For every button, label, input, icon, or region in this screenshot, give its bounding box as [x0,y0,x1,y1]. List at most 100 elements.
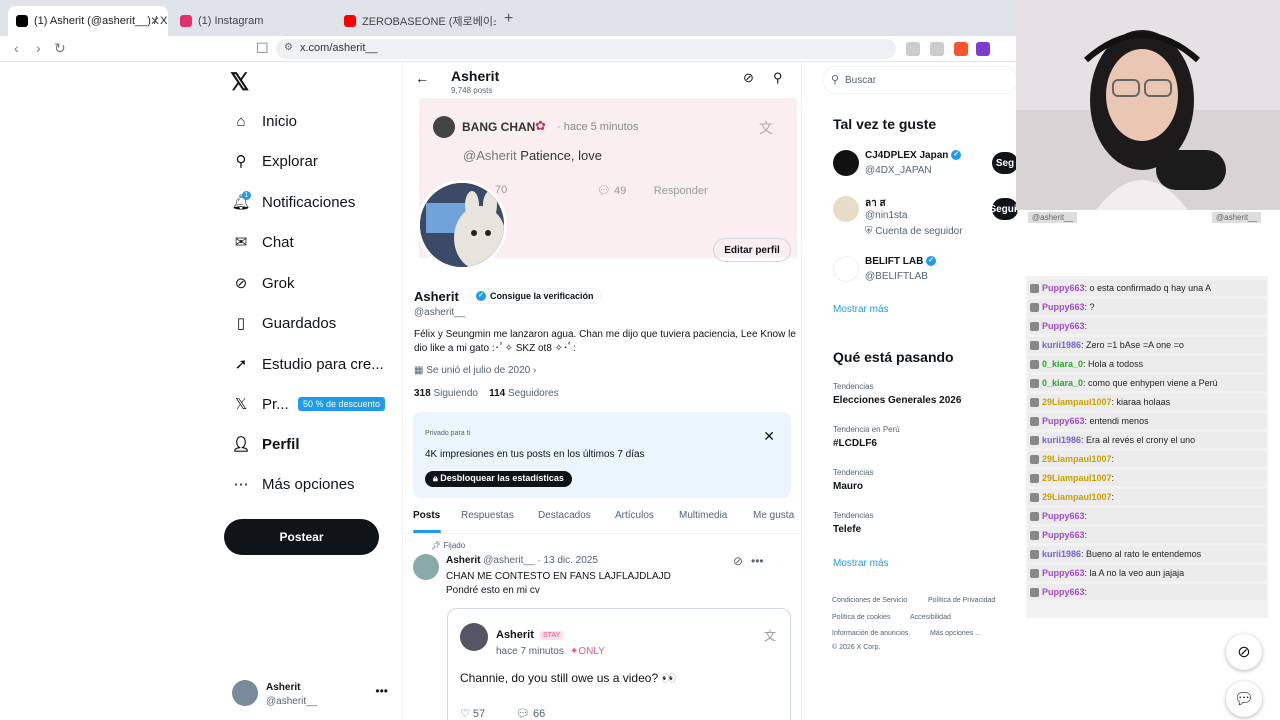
back-arrow-icon[interactable]: ← [415,70,429,86]
follower-account-icon: ⛨ [865,226,876,237]
tab-destacados[interactable]: Destacados [538,510,591,521]
trend-item[interactable]: Tendencias Elecciones Generales 2026 [833,382,961,406]
tab-youtube[interactable]: ZEROBASEONE (제로베이스원) Offic [336,6,496,36]
translate-icon[interactable]: 文 [764,627,776,644]
avatar[interactable] [833,196,859,222]
nav-explorar[interactable]: ⚲ Explorar [230,144,318,178]
site-info-icon[interactable]: ⚙ [284,42,293,53]
chat-text: : entendi menos [1084,416,1149,426]
chat-message: Puppy663: [1028,527,1266,543]
tweet-author[interactable]: Asherit @asherit__ · 13 dic. 2025 [446,555,598,566]
nav-inicio[interactable]: ⌂ Inicio [230,104,297,138]
nav-estudio[interactable]: ➚ Estudio para cre... [230,347,384,381]
trend-item[interactable]: Tendencia en Perú #LCDLF6 [833,425,900,449]
unlock-stats-button[interactable]: 🔒︎ Desbloquear las estadísticas [425,471,572,487]
grok-float-icon[interactable]: ⊘ [1226,634,1262,670]
reload-icon[interactable]: ↻ [54,40,66,57]
brave-shield-icon[interactable] [954,42,968,56]
active-tab-indicator [413,530,441,533]
footer-link[interactable]: Más opciones ... [930,630,981,637]
chat-user-tag: @asherit__ [1028,212,1078,223]
brave-rewards-icon[interactable] [976,42,990,56]
followers-link[interactable]: 114 Seguidores [489,388,559,399]
chat-text: : [1111,473,1115,483]
new-tab-button[interactable]: + [504,10,513,28]
tab-x-profile[interactable]: (1) Asherit (@asherit__) / X ✕ [8,6,168,36]
chat-message: Puppy663: ? [1028,299,1266,315]
footer-link[interactable]: Accesibilidad [910,614,951,621]
follow-button[interactable]: Seguir [989,198,1021,220]
notification-count-badge: 1 [242,191,251,200]
chat-message: 29Liampaul1007: kiaraa holaas [1028,394,1266,410]
bookmark-page-icon[interactable]: ☐ [256,40,269,57]
chat-username: 29Liampaul1007 [1042,492,1112,502]
close-tab-icon[interactable]: ✕ [150,14,160,28]
webcam-overlay [1016,0,1280,210]
trend-item[interactable]: Tendencias Telefe [833,511,873,535]
forward-icon[interactable]: › [36,40,41,56]
footer-link[interactable]: Política de Privacidad [928,597,995,604]
tab-multimedia[interactable]: Multimedia [679,510,727,521]
chat-message: Puppy663: [1028,584,1266,600]
nav-mas-opciones[interactable]: ⋯ Más opciones [230,467,355,501]
tab-respuestas[interactable]: Respuestas [461,510,514,521]
grok-icon[interactable]: ⊘ [733,554,743,568]
reply-button[interactable]: 💬︎ 66 [516,707,545,720]
trend-item[interactable]: Tendencias Mauro [833,468,873,492]
avatar[interactable] [833,150,859,176]
chat-text: : ? [1084,302,1095,312]
show-more-trends-link[interactable]: Mostrar más [833,558,889,569]
follow-button[interactable]: Seg [992,152,1018,174]
nav-notificaciones[interactable]: 🔔︎ Notificaciones [230,185,355,219]
chat-username: 29Liampaul1007 [1042,454,1112,464]
nav-premium[interactable]: 𝕏 Pr... [230,387,289,421]
rocket-icon: ➚ [234,356,248,373]
close-icon[interactable]: ✕ [763,428,775,445]
grok-icon[interactable]: ⊘ [743,70,754,86]
tab-instagram[interactable]: (1) Instagram [172,6,332,36]
bookmark-icon: ▯ [236,315,246,332]
avatar[interactable] [413,554,439,580]
nav-chat[interactable]: ✉ Chat [230,225,294,259]
footer-link[interactable]: Política de cookies [832,614,890,621]
pin-icon: 📌︎ [431,541,444,550]
messages-float-icon[interactable]: 💬︎ [1226,681,1262,717]
join-date[interactable]: ▦ Se unió el julio de 2020 › [414,365,536,376]
pinned-label: 📌︎ Fijado [431,541,466,550]
chat-text: : [1084,530,1088,540]
more-icon[interactable]: ••• [375,684,388,698]
search-input[interactable]: ⚲ Buscar [822,66,1018,94]
account-switcher[interactable]: Asherit @asherit__ ••• [232,680,392,710]
discount-badge: 50 % de descuento [298,397,386,411]
cast-icon[interactable] [906,42,920,56]
post-button[interactable]: Postear [224,519,379,555]
get-verified-button[interactable]: ✓ Consigue la verificación [469,288,601,304]
back-icon[interactable]: ‹ [14,40,19,56]
quoted-post[interactable]: Asherit STAY hace 7 minutos ✦ONLY 文 Chan… [447,608,791,720]
chat-badge-icon [1030,322,1039,331]
instagram-favicon-icon [180,15,192,27]
footer-link[interactable]: Información de anuncios [832,630,908,637]
like-button[interactable]: ♡ 57 [460,707,485,720]
avatar[interactable] [833,256,859,282]
following-link[interactable]: 318 Siguiendo [414,388,478,399]
edit-profile-button[interactable]: Editar perfil [713,238,791,262]
tab-me-gusta[interactable]: Me gusta [753,510,794,521]
search-icon[interactable]: ⚲ [773,70,783,86]
profile-avatar[interactable] [417,180,507,270]
nav-guardados[interactable]: ▯ Guardados [230,306,336,340]
chat-badge-icon [1030,512,1039,521]
chat-badge-icon [1030,588,1039,597]
show-more-link[interactable]: Mostrar más [833,304,889,315]
tab-posts[interactable]: Posts [413,510,440,521]
x-logo-icon[interactable]: 𝕏 [230,68,249,97]
nav-perfil[interactable]: 👤︎ Perfil [230,427,299,461]
footer-link[interactable]: Condiciones de Servicio [832,597,907,604]
more-icon[interactable]: ••• [751,554,764,568]
share-icon[interactable] [930,42,944,56]
url-field[interactable]: ⚙ x.com/asherit__ [276,39,896,59]
nav-grok[interactable]: ⊘ Grok [230,266,295,300]
tab-articulos[interactable]: Artículos [615,510,654,521]
stay-badge: STAY [540,631,564,640]
chat-message: kurii1986: Bueno al rato le entendemos [1028,546,1266,562]
